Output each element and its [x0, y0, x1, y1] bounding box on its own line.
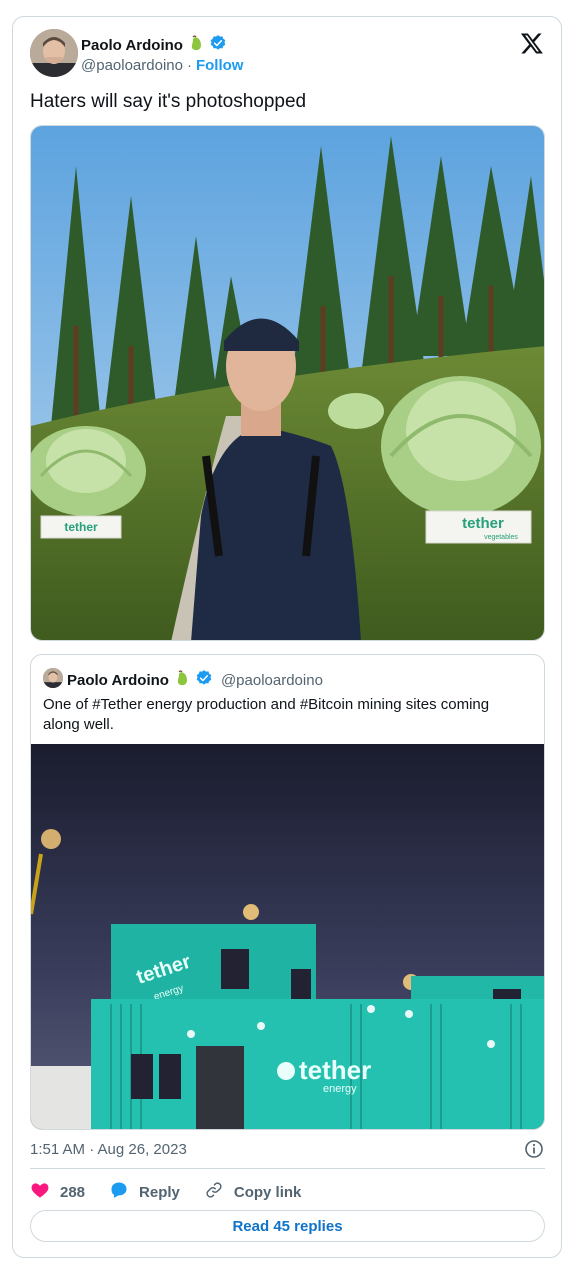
right-tether-sign: tether — [462, 515, 504, 532]
left-tether-sign: tether — [64, 520, 98, 534]
divider — [30, 1168, 545, 1169]
heart-icon — [30, 1180, 50, 1204]
quoted-author-avatar — [43, 668, 63, 688]
lower-container-logo: tether — [299, 1055, 371, 1085]
copy-link-button[interactable]: Copy link — [204, 1180, 302, 1204]
quoted-tweet[interactable]: Paolo Ardoino @paoloardoino One of #Teth… — [30, 654, 545, 1130]
reply-button[interactable]: Reply — [109, 1180, 180, 1204]
quoted-tweet-photo[interactable]: tether energy tether energy — [31, 744, 544, 1129]
quoted-author-row: Paolo Ardoino @paoloardoino — [67, 669, 323, 691]
author-handle-row: @paoloardoino · Follow — [81, 57, 243, 74]
like-button[interactable]: 288 — [30, 1180, 85, 1204]
tweet-photo[interactable]: tether tether vegetables — [30, 125, 545, 641]
x-logo-icon[interactable] — [520, 31, 544, 55]
reply-bubble-icon — [109, 1180, 129, 1204]
pear-emoji-icon — [173, 669, 191, 691]
copy-link-label: Copy link — [233, 1183, 302, 1201]
tweet-timestamp[interactable]: 1:51 AM · Aug 26, 2023 — [30, 1141, 187, 1158]
read-replies-button[interactable]: Read 45 replies — [30, 1210, 545, 1242]
verified-badge-icon — [195, 669, 213, 691]
link-icon — [204, 1180, 224, 1204]
lower-container-logo-sub: energy — [323, 1083, 357, 1095]
action-bar: 288 Reply Copy link — [30, 1180, 325, 1204]
author-name[interactable]: Paolo Ardoino — [81, 37, 183, 54]
author-avatar[interactable] — [30, 29, 78, 77]
follow-button[interactable]: Follow — [196, 57, 244, 74]
tweet-text: Haters will say it's photoshopped — [30, 91, 307, 112]
quoted-author-handle: @paoloardoino — [220, 671, 323, 689]
author-name-row: Paolo Ardoino — [81, 34, 227, 57]
reply-label: Reply — [139, 1183, 180, 1201]
info-icon[interactable] — [524, 1139, 544, 1159]
separator-dot: · — [186, 57, 192, 74]
author-handle[interactable]: @paoloardoino — [81, 57, 183, 74]
quoted-author-name: Paolo Ardoino — [67, 671, 169, 689]
like-count: 288 — [60, 1183, 86, 1201]
pear-emoji-icon — [187, 34, 205, 57]
tweet-card: Paolo Ardoino @paoloardoino · Follow Hat… — [12, 16, 562, 1258]
verified-badge-icon — [209, 34, 227, 57]
quoted-tweet-text: One of #Tether energy production and #Bi… — [43, 696, 490, 733]
right-tether-sign-sub: vegetables — [484, 534, 518, 541]
